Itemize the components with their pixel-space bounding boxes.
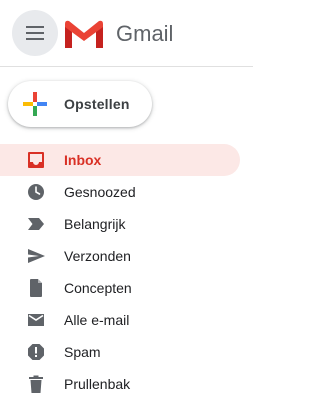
nav-label-important: Belangrijk: [64, 216, 126, 232]
nav-label-snoozed: Gesnoozed: [64, 184, 136, 200]
nav-item-trash[interactable]: Prullenbak: [0, 368, 240, 400]
inbox-icon: [28, 152, 44, 168]
nav-label-drafts: Concepten: [64, 280, 132, 296]
nav-label-sent: Verzonden: [64, 248, 131, 264]
colored-plus-icon: [23, 92, 47, 116]
nav-label-all-mail: Alle e-mail: [64, 312, 130, 328]
nav-item-snoozed[interactable]: Gesnoozed: [0, 176, 240, 208]
hamburger-menu-icon: [26, 26, 44, 40]
nav-item-spam[interactable]: Spam: [0, 336, 240, 368]
mail-icon: [28, 314, 44, 326]
nav-item-important[interactable]: Belangrijk: [0, 208, 240, 240]
draft-document-icon: [30, 279, 42, 297]
folder-nav: Inbox Gesnoozed Belangrijk Verzonden Con…: [0, 144, 253, 400]
nav-item-drafts[interactable]: Concepten: [0, 272, 240, 304]
nav-label-trash: Prullenbak: [64, 376, 131, 392]
compose-button[interactable]: Opstellen: [8, 81, 152, 127]
trash-icon: [29, 375, 43, 393]
main-menu-button[interactable]: [12, 10, 58, 56]
app-title[interactable]: Gmail: [116, 20, 173, 48]
nav-item-inbox[interactable]: Inbox: [0, 144, 240, 176]
gmail-logo-icon[interactable]: [65, 20, 103, 48]
compose-label: Opstellen: [64, 96, 130, 112]
top-bar: Gmail: [0, 0, 253, 67]
nav-label-inbox: Inbox: [64, 152, 102, 168]
nav-label-spam: Spam: [64, 344, 101, 360]
clock-icon: [28, 184, 44, 200]
important-label-icon: [28, 218, 44, 230]
nav-item-sent[interactable]: Verzonden: [0, 240, 240, 272]
send-icon: [28, 249, 45, 263]
report-spam-icon: [28, 344, 44, 360]
nav-item-all-mail[interactable]: Alle e-mail: [0, 304, 240, 336]
